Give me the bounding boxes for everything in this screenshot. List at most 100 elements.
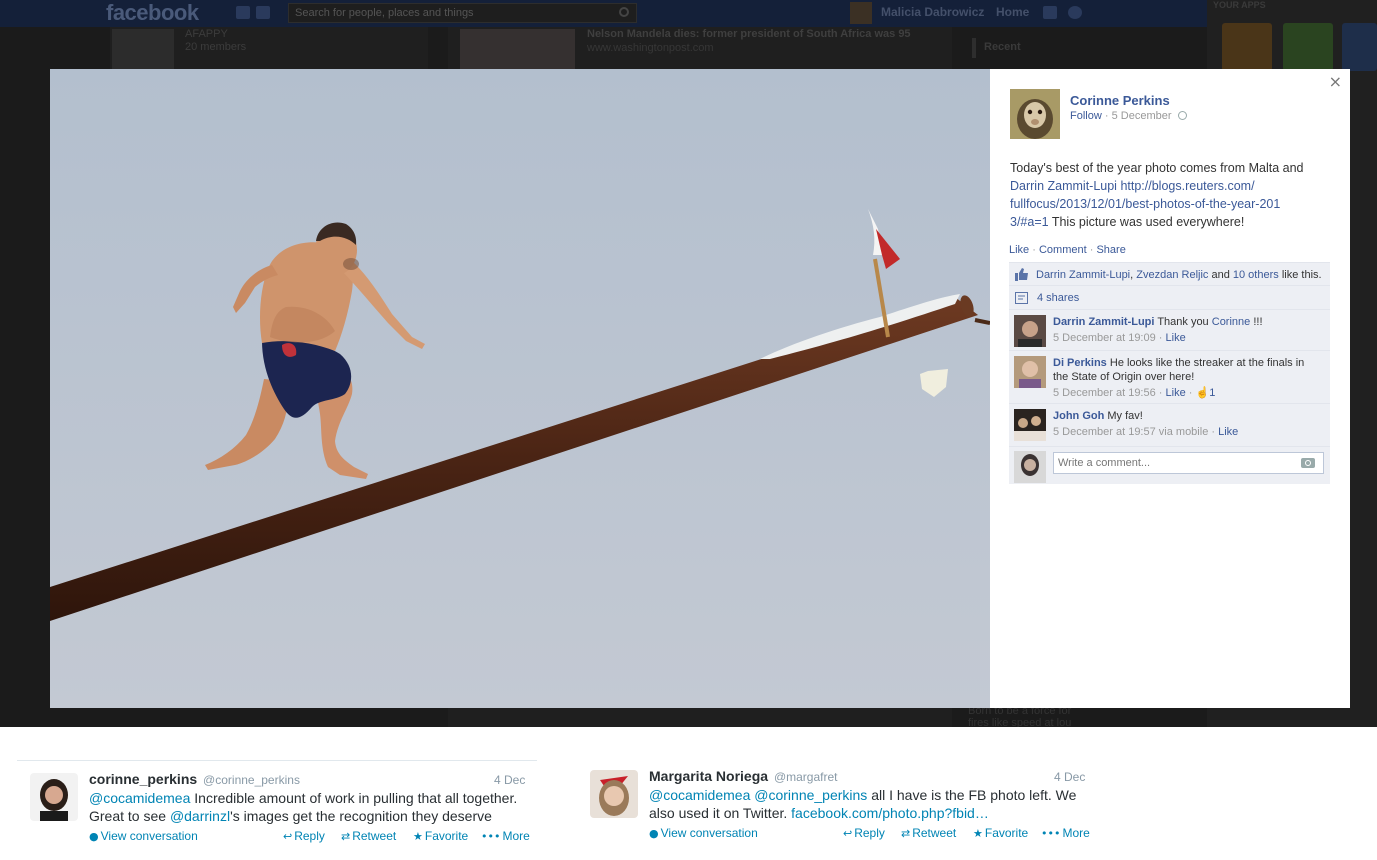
like-link[interactable]: Like [1009,244,1029,256]
facebook-search-input[interactable]: Search for people, places and things [288,3,637,23]
group-thumbnail[interactable] [112,29,174,69]
liker-link[interactable]: Zvezdan Reljic [1136,269,1208,281]
reply-button[interactable]: ↩ Reply [843,826,885,840]
comment-input[interactable]: Write a comment... [1053,452,1324,474]
commenter-avatar[interactable] [1014,315,1046,347]
commenter-avatar[interactable] [1014,356,1046,388]
likes-comma: , [1130,269,1134,281]
comment-author-link[interactable]: Di Perkins [1053,357,1107,369]
recent-filter[interactable]: Recent [972,38,1021,58]
retweet-icon: ⇄ [341,830,351,843]
tweet-author-name[interactable]: corinne_perkins [89,771,197,787]
tweet-handle[interactable]: @corinne_perkins [203,773,300,787]
comment-mention-link[interactable]: Corinne [1212,316,1251,328]
reply-label: Reply [294,829,325,843]
search-icon[interactable] [619,7,629,17]
comment-like-count[interactable]: ☝1 [1196,387,1216,399]
write-comment-row: Write a comment... [1009,446,1330,484]
tweet-date[interactable]: 4 Dec [1054,770,1085,784]
camera-icon[interactable] [1301,458,1315,468]
more-button[interactable]: ••• More [1041,826,1090,840]
facebook-logo[interactable]: facebook [106,0,199,26]
close-button[interactable]: × [1329,72,1342,91]
settings-gear-icon[interactable] [1068,6,1082,19]
globe-icon[interactable] [1177,111,1187,120]
comment-like-link[interactable]: Like [1218,426,1238,438]
tweet-mention-link[interactable]: @cocamidemea [89,790,190,806]
view-conversation-link[interactable]: ● View conversation [89,829,198,843]
tweet-mention-link[interactable]: @darrinzl [170,808,230,824]
app-thumbnail[interactable] [1342,23,1377,71]
tweet-avatar[interactable] [30,773,78,821]
tweet-date[interactable]: 4 Dec [494,773,525,787]
likes-suffix: like this. [1281,269,1322,281]
comment-time[interactable]: 5 December at 19:57 via mobile [1053,426,1208,438]
news-headline-link[interactable]: Nelson Mandela dies: former president of… [587,28,911,40]
more-button[interactable]: ••• More [481,829,530,843]
tweet-author-name[interactable]: Margarita Noriega [649,768,768,784]
messages-icon[interactable] [256,6,270,19]
privacy-icon[interactable] [1043,6,1057,19]
favorite-label: Favorite [424,829,469,843]
other-likers-link[interactable]: 10 others [1233,269,1279,281]
tweet-mention-link[interactable]: @cocamidemea [649,787,750,803]
shares-count-link[interactable]: 4 shares [1037,292,1079,304]
home-link[interactable]: Home [996,5,1029,19]
retweet-button[interactable]: ⇄ Retweet [901,826,956,840]
photo[interactable] [50,69,990,708]
tweet-author[interactable]: Margarita Noriega @margafret [649,768,837,784]
more-label: More [1062,826,1090,840]
comment-like-link[interactable]: Like [1166,387,1186,399]
post-message: Today's best of the year photo comes fro… [1010,159,1330,231]
post-text-outro: This picture was used everywhere! [1051,215,1245,229]
post-url-link[interactable]: http://blogs.reuters.com/ [1120,179,1254,193]
tweet-url-link[interactable]: facebook.com/photo.php?fbid… [791,805,989,821]
tagged-user-link[interactable]: Darrin Zammit-Lupi [1010,179,1117,193]
comment-likes-number: 1 [1209,387,1216,399]
comment-time[interactable]: 5 December at 19:09 [1053,332,1156,344]
comment-link[interactable]: Comment [1039,244,1087,256]
retweet-button[interactable]: ⇄ Retweet [341,829,396,843]
post-url-link-end[interactable]: 3/#a=1 [1010,215,1049,229]
favorite-button[interactable]: ★ Favorite [413,829,468,843]
app-thumbnail[interactable] [1222,23,1272,71]
friend-requests-icon[interactable] [236,6,250,19]
post-date[interactable]: 5 December [1112,110,1172,122]
commenter-avatar[interactable] [1014,409,1046,441]
reply-button[interactable]: ↩ Reply [283,829,325,843]
comment-body: John Goh My fav! 5 December at 19:57 via… [1053,409,1321,439]
comment-like-link[interactable]: Like [1166,332,1186,344]
liker-link[interactable]: Darrin Zammit-Lupi [1036,269,1130,281]
comment-text: My fav! [1107,410,1143,422]
retweet-label: Retweet [352,829,397,843]
view-conversation-label: View conversation [100,829,198,843]
comment-meta: 5 December at 19:56 · Like · ☝1 [1053,386,1321,400]
owner-avatar[interactable] [1010,89,1060,139]
star-icon: ★ [413,830,423,843]
tweet-mention-link[interactable]: @corinne_perkins [754,787,867,803]
tweet-avatar[interactable] [590,770,638,818]
comment-author-link[interactable]: Darrin Zammit-Lupi [1053,316,1154,328]
owner-name-link[interactable]: Corinne Perkins [1070,93,1170,108]
share-link[interactable]: Share [1096,244,1125,256]
shares-summary: 4 shares [1009,285,1330,309]
user-avatar[interactable] [850,2,872,24]
user-name-link[interactable]: Malicia Dabrowicz [881,5,984,19]
comment-time[interactable]: 5 December at 19:56 [1053,387,1156,399]
action-separator: · [1089,244,1094,256]
follow-link[interactable]: Follow [1070,110,1102,122]
likes-and: and [1211,269,1230,281]
screenshot-stage: facebook Search for people, places and t… [0,0,1377,860]
tweet-handle[interactable]: @margafret [774,770,838,784]
post-url-link-cont[interactable]: fullfocus/2013/12/01/best-photos-of-the-… [1010,197,1280,211]
comment-author-link[interactable]: John Goh [1053,410,1104,422]
news-thumbnail[interactable] [460,29,575,69]
tweet-text: @cocamidemea @corinne_perkins all I have… [649,786,1089,822]
group-name[interactable]: AFAPPY [185,28,228,40]
view-conversation-link[interactable]: ● View conversation [649,826,758,840]
comment: Darrin Zammit-Lupi Thank you Corinne !!!… [1009,309,1330,350]
tweet-author[interactable]: corinne_perkins @corinne_perkins [89,771,300,787]
app-thumbnail[interactable] [1283,23,1333,71]
favorite-button[interactable]: ★ Favorite [973,826,1028,840]
photo-viewer-dialog: × Corinne Perkins Follow · 5 December To… [50,69,1350,708]
